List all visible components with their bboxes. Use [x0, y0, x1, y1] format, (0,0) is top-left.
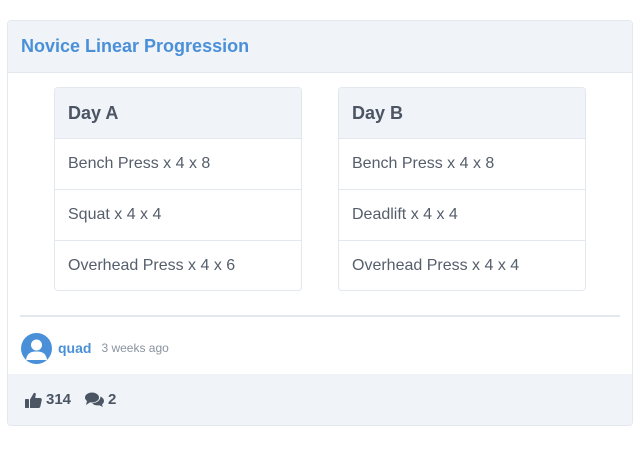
card-footer: 314 2	[8, 374, 632, 425]
comments-button[interactable]: 2	[85, 391, 116, 408]
day-a-header: Day A	[55, 88, 301, 139]
avatar[interactable]	[21, 332, 52, 364]
day-a-exercise-2: Squat x 4 x 4	[55, 190, 301, 241]
day-b-exercise-1: Bench Press x 4 x 8	[339, 139, 585, 190]
day-b-exercise-3: Overhead Press x 4 x 4	[352, 256, 520, 274]
like-count: 314	[46, 391, 72, 408]
day-a-exercise-1: Bench Press x 4 x 8	[55, 139, 301, 190]
day-b-header: Day B	[339, 88, 585, 139]
thumbs-up-icon	[25, 392, 42, 408]
program-title-link[interactable]: Novice Linear Progression	[21, 36, 249, 57]
divider	[20, 315, 620, 317]
day-b-panel: Day B Bench Press x 4 x 8 Deadlift x 4 x…	[338, 87, 586, 291]
comment-count: 2	[108, 391, 117, 408]
card-header: Novice Linear Progression	[8, 21, 632, 73]
days-container: Day A Bench Press x 4 x 8 Squat x 4 x 4 …	[54, 87, 586, 291]
comments-icon	[85, 392, 105, 407]
day-b-exercise-2: Deadlift x 4 x 4	[339, 190, 585, 241]
day-a-exercise-3: Overhead Press x 4 x 6	[68, 256, 236, 274]
program-card: Novice Linear Progression Day A Bench Pr…	[7, 20, 633, 426]
post-timestamp: 3 weeks ago	[101, 341, 169, 355]
like-button[interactable]: 314	[25, 391, 71, 408]
author-link[interactable]: quad	[58, 340, 91, 356]
post-meta: quad 3 weeks ago	[21, 331, 169, 365]
day-a-panel: Day A Bench Press x 4 x 8 Squat x 4 x 4 …	[54, 87, 302, 291]
user-icon	[26, 339, 47, 360]
